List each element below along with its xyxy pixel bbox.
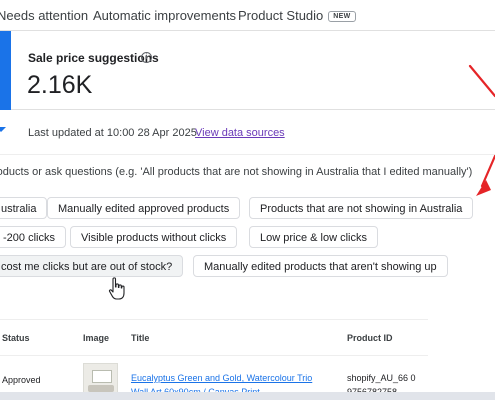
tab-automatic-improvements[interactable]: Automatic improvements bbox=[93, 8, 236, 23]
suggestion-chip-out-of-stock[interactable]: cost me clicks but are out of stock? bbox=[0, 255, 184, 277]
table-divider bbox=[0, 355, 428, 356]
suggestion-chip-manually-edited-not-showing[interactable]: Manually edited products that aren't sho… bbox=[193, 255, 448, 277]
metric-value: 2.16K bbox=[27, 71, 93, 99]
tab-bar: Needs attention Automatic improvements P… bbox=[0, 0, 495, 31]
thumbnail-artwork bbox=[92, 370, 112, 383]
column-header-product-id[interactable]: Product ID bbox=[347, 333, 393, 343]
column-header-status[interactable]: Status bbox=[2, 333, 30, 343]
suggestion-chip-australia[interactable]: ustralia bbox=[0, 197, 48, 219]
info-icon[interactable]: i bbox=[141, 52, 152, 63]
column-header-image: Image bbox=[83, 333, 110, 343]
suggestion-chip-visible-without-clicks[interactable]: Visible products without clicks bbox=[70, 226, 238, 248]
data-freshness-row: Last updated at 10:00 28 Apr 2025 View d… bbox=[0, 110, 495, 155]
suggestion-chip-not-showing-australia[interactable]: Products that are not showing in Austral… bbox=[249, 197, 474, 219]
suggestion-chip-low-price-low-clicks[interactable]: Low price & low clicks bbox=[249, 226, 378, 248]
last-updated-text: Last updated at 10:00 28 Apr 2025 bbox=[28, 127, 197, 139]
selected-card-indicator bbox=[0, 31, 11, 110]
suggestion-chip-clicks-range[interactable]: -200 clicks bbox=[0, 226, 66, 248]
chevron-down-icon[interactable] bbox=[0, 127, 6, 132]
table-cell-status: Approved bbox=[2, 375, 41, 385]
tab-product-studio-label: Product Studio bbox=[238, 8, 324, 23]
hand-cursor-icon bbox=[108, 277, 125, 300]
query-hint-text: roducts or ask questions (e.g. 'All prod… bbox=[0, 166, 473, 178]
table-divider bbox=[0, 319, 428, 320]
products-table: Status Image Title Product ID Approved E… bbox=[0, 315, 495, 400]
tab-needs-attention[interactable]: Needs attention bbox=[0, 8, 88, 23]
thumbnail-sofa bbox=[88, 385, 114, 392]
suggestion-chip-manually-edited-approved[interactable]: Manually edited approved products bbox=[47, 197, 241, 219]
annotation-arrow-head bbox=[476, 180, 491, 196]
window-bottom-bar bbox=[0, 392, 495, 400]
tab-product-studio[interactable]: Product Studio NEW bbox=[238, 8, 356, 23]
sale-price-suggestions-card[interactable]: Sale price suggestions i 2.16K bbox=[0, 31, 495, 110]
new-badge: NEW bbox=[328, 11, 356, 22]
metric-label: Sale price suggestions bbox=[28, 51, 159, 65]
column-header-title[interactable]: Title bbox=[131, 333, 149, 343]
annotation-arrow-shaft bbox=[480, 154, 495, 188]
view-data-sources-link[interactable]: View data sources bbox=[195, 127, 285, 139]
